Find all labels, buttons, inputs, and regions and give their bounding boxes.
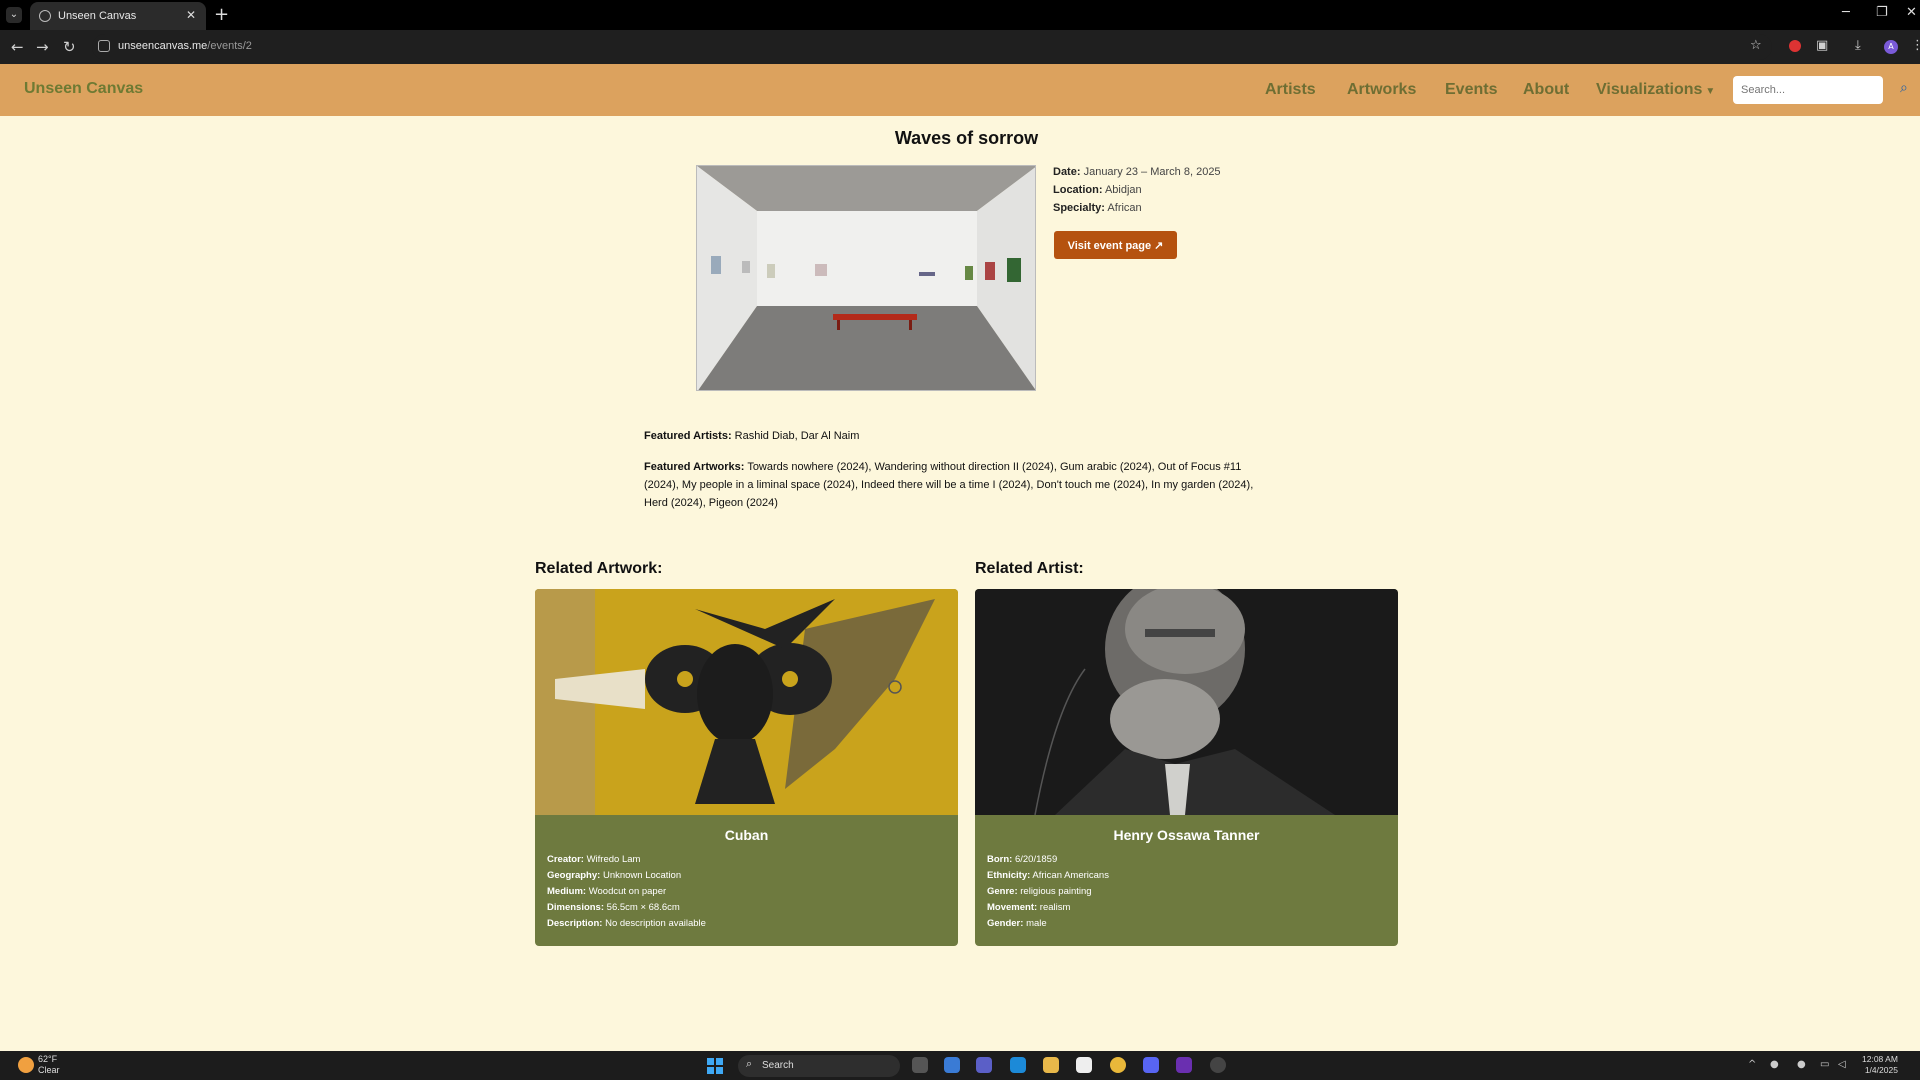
copilot-icon[interactable] — [944, 1057, 960, 1073]
featured-artists: Featured Artists: Rashid Diab, Dar Al Na… — [644, 430, 860, 442]
reload-icon[interactable]: ↻ — [63, 38, 76, 56]
site-navbar: Unseen Canvas Artists Artworks Events Ab… — [0, 64, 1920, 116]
window-close-icon[interactable]: ✕ — [1906, 5, 1917, 20]
store-icon[interactable] — [1076, 1057, 1092, 1073]
tray-app-icon[interactable]: ● — [1770, 1059, 1779, 1070]
address-bar[interactable]: unseencanvas.me/events/2 — [92, 34, 1772, 60]
event-location: Location: Abidjan — [1053, 184, 1142, 196]
search-icon: ⌕ — [746, 1058, 753, 1070]
browser-tab-bar: ⌄ Unseen Canvas ✕ + ─ ❐ ✕ — [0, 0, 1920, 30]
minimize-icon[interactable]: ─ — [1842, 5, 1850, 20]
new-tab-icon[interactable]: + — [214, 4, 229, 25]
url-text: unseencanvas.me/events/2 — [118, 40, 252, 52]
artist-portrait — [975, 589, 1398, 815]
related-artwork-heading: Related Artwork: — [535, 560, 663, 577]
artwork-creator: Creator: Wifredo Lam — [547, 854, 641, 865]
chrome-icon[interactable] — [1110, 1057, 1126, 1073]
artwork-title: Cuban — [724, 827, 769, 843]
artwork-medium: Medium: Woodcut on paper — [547, 886, 667, 897]
back-icon[interactable]: ← — [11, 38, 24, 56]
edge-icon[interactable] — [1010, 1057, 1026, 1073]
forward-icon[interactable]: → — [36, 38, 49, 56]
network-icon[interactable]: ▭ — [1820, 1059, 1829, 1070]
artwork-image — [535, 589, 958, 815]
artist-movement: Movement: realism — [987, 902, 1071, 913]
browser-tab[interactable]: Unseen Canvas ✕ — [30, 2, 206, 30]
site-info-icon[interactable] — [98, 40, 110, 52]
artwork-details: Creator: Wifredo Lam Geography: Unknown … — [547, 852, 706, 932]
featured-artworks: Featured Artworks: Towards nowhere (2024… — [644, 461, 1254, 509]
search-input[interactable] — [1733, 76, 1883, 104]
nav-visualizations[interactable]: Visualizations ▼ — [1596, 81, 1715, 99]
volume-icon[interactable]: ◁ — [1838, 1059, 1846, 1070]
artist-details: Born: 6/20/1859 Ethnicity: African Ameri… — [987, 852, 1109, 932]
windows-taskbar: 62°F Clear ⌕ Search ^ ● ● ▭ ◁ 12:08 AM 1… — [0, 1051, 1920, 1080]
start-windows-icon[interactable] — [707, 1058, 723, 1074]
visit-event-button[interactable]: Visit event page ↗ — [1054, 231, 1177, 259]
nav-events[interactable]: Events — [1445, 81, 1497, 99]
task-view-icon[interactable] — [912, 1057, 928, 1073]
discord-icon[interactable] — [1143, 1057, 1159, 1073]
tray-chevron-icon[interactable]: ^ — [1748, 1059, 1756, 1070]
taskbar-clock[interactable]: 12:08 AM 1/4/2025 — [1862, 1054, 1898, 1076]
weather-icon[interactable] — [18, 1057, 34, 1073]
microphone-icon[interactable]: ● — [1797, 1059, 1806, 1070]
related-artist-card[interactable]: Henry Ossawa Tanner Born: 6/20/1859 Ethn… — [975, 589, 1398, 946]
artist-ethnicity: Ethnicity: African Americans — [987, 870, 1109, 881]
browser-toolbar: ← → ↻ unseencanvas.me/events/2 — [0, 30, 1920, 64]
nav-artists[interactable]: Artists — [1265, 81, 1316, 99]
extensions-puzzle-icon[interactable]: ▣ — [1816, 38, 1828, 53]
browser-menu-icon[interactable]: ⋮ — [1911, 38, 1920, 53]
app-icon[interactable] — [1176, 1057, 1192, 1073]
artwork-description: Description: No description available — [547, 918, 706, 929]
event-specialty: Specialty: African — [1053, 202, 1142, 214]
event-date: Date: January 23 – March 8, 2025 — [1053, 166, 1221, 178]
teams-icon[interactable] — [976, 1057, 992, 1073]
related-artist-heading: Related Artist: — [975, 560, 1084, 577]
brand-link[interactable]: Unseen Canvas — [24, 80, 143, 98]
artist-name: Henry Ossawa Tanner — [1113, 827, 1260, 843]
profile-avatar[interactable]: A — [1884, 40, 1898, 54]
page-title: Waves of sorrow — [894, 128, 1039, 148]
artist-gender: Gender: male — [987, 918, 1047, 929]
artwork-geography: Geography: Unknown Location — [547, 870, 682, 881]
artwork-dimensions: Dimensions: 56.5cm × 68.6cm — [547, 902, 680, 913]
chevron-down-icon: ▼ — [1705, 86, 1716, 97]
search-icon[interactable]: ⌕ — [1900, 80, 1908, 96]
restore-icon[interactable]: ❐ — [1876, 5, 1888, 20]
globe-icon — [39, 10, 51, 22]
extension-icon[interactable] — [1789, 40, 1801, 52]
related-artwork-card[interactable]: Cuban Creator: Wifredo Lam Geography: Un… — [535, 589, 958, 946]
file-explorer-icon[interactable] — [1043, 1057, 1059, 1073]
tab-title: Unseen Canvas — [58, 10, 137, 22]
taskbar-search[interactable]: ⌕ Search — [738, 1055, 900, 1077]
tab-search-icon[interactable]: ⌄ — [6, 7, 22, 23]
nav-about[interactable]: About — [1523, 81, 1569, 99]
weather-widget[interactable]: 62°F Clear — [38, 1054, 60, 1076]
download-icon[interactable]: ⤓ — [1855, 38, 1861, 53]
artist-genre: Genre: religious painting — [987, 886, 1092, 897]
nav-artworks[interactable]: Artworks — [1347, 81, 1416, 99]
event-image — [696, 165, 1036, 391]
bookmark-star-icon[interactable]: ☆ — [1750, 38, 1762, 53]
artist-born: Born: 6/20/1859 — [987, 854, 1058, 865]
app-icon-2[interactable] — [1210, 1057, 1226, 1073]
close-tab-icon[interactable]: ✕ — [186, 8, 196, 22]
